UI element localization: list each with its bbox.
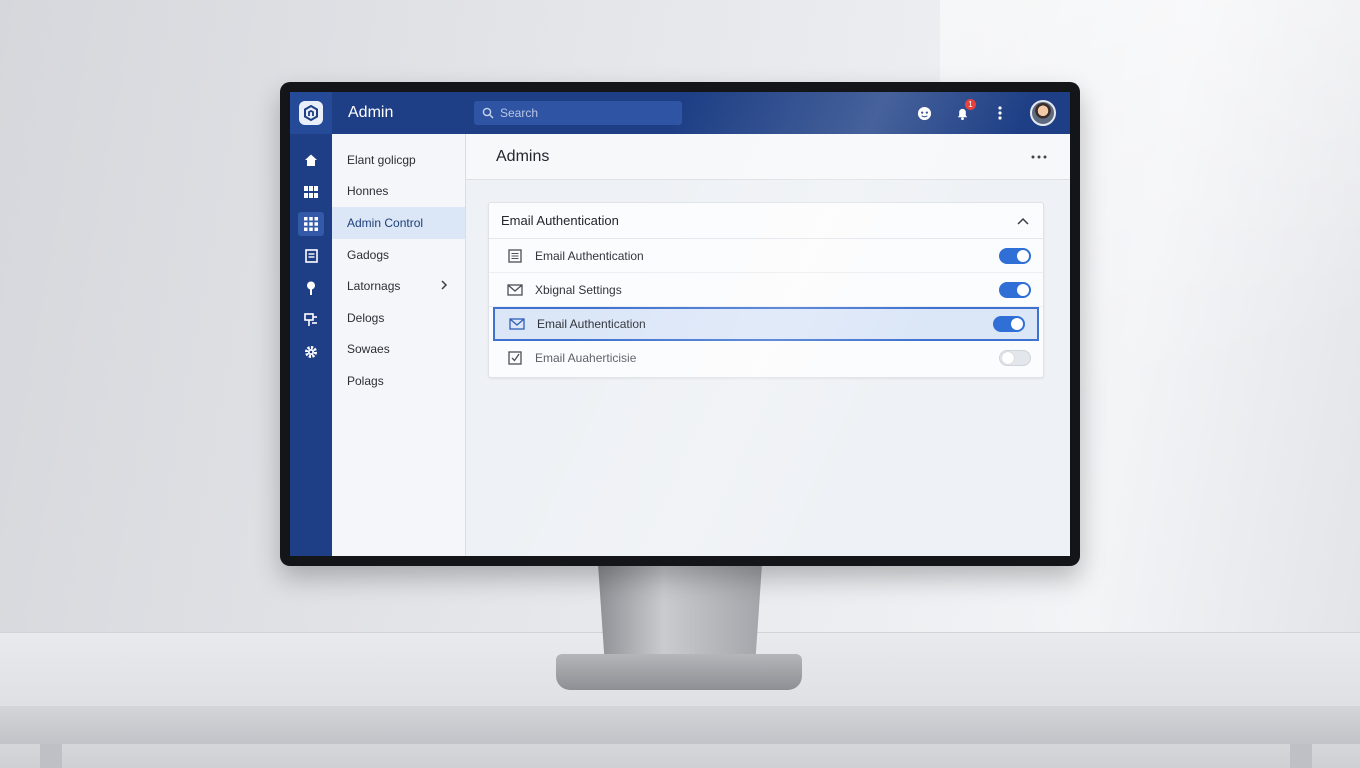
card-header[interactable]: Email Authentication bbox=[489, 203, 1043, 239]
search-placeholder: Search bbox=[500, 106, 539, 120]
page-title: Admins bbox=[496, 147, 550, 165]
sidebar-item-label: Sowaes bbox=[347, 342, 390, 357]
top-bar: Admin Search 1 bbox=[290, 92, 1070, 134]
avatar[interactable] bbox=[1030, 100, 1056, 126]
setting-label: Email Auaherticisie bbox=[535, 351, 637, 365]
sidebar-item-gadogs[interactable]: Gadogs bbox=[332, 239, 465, 271]
sidebar-item-polags[interactable]: Polags bbox=[332, 365, 465, 397]
sidebar-item-admin-control[interactable]: Admin Control bbox=[332, 207, 465, 239]
more-horizontal-icon[interactable] bbox=[1030, 154, 1048, 160]
sidebar-item-label: Delogs bbox=[347, 310, 385, 325]
sidebar-item-label: Gadogs bbox=[347, 247, 390, 262]
sidebar-item-elant-golicgp[interactable]: Elant golicgp bbox=[332, 144, 465, 176]
checkbox-icon bbox=[508, 351, 522, 365]
document-icon[interactable] bbox=[298, 244, 324, 268]
sidebar-item-label: Latornags bbox=[347, 279, 401, 294]
desk-edge bbox=[0, 706, 1360, 744]
app-logo[interactable] bbox=[290, 92, 332, 134]
document-icon bbox=[508, 248, 522, 263]
search-icon bbox=[482, 107, 494, 119]
setting-row[interactable]: Email Auaherticisie bbox=[489, 341, 1043, 375]
setting-toggle[interactable] bbox=[999, 281, 1031, 298]
setting-label: Email Authentication bbox=[537, 317, 646, 331]
notification-badge: 1 bbox=[965, 99, 976, 110]
setting-toggle[interactable] bbox=[999, 247, 1031, 264]
top-actions: 1 bbox=[916, 99, 1070, 126]
setting-row-selected[interactable]: Email Authentication bbox=[493, 307, 1039, 341]
setting-label: Email Authentication bbox=[535, 248, 644, 263]
more-vertical-icon[interactable] bbox=[992, 105, 1008, 121]
setting-row[interactable]: Xbignal Settings bbox=[489, 273, 1043, 307]
chevron-right-icon bbox=[441, 280, 448, 290]
sidebar-item-latornags[interactable]: Latornags bbox=[332, 270, 465, 302]
sidebar-item-label: Elant golicgp bbox=[347, 152, 416, 167]
monitor-base bbox=[556, 654, 802, 690]
grid-icon[interactable] bbox=[298, 180, 324, 204]
search-input[interactable]: Search bbox=[474, 101, 682, 125]
mail-icon bbox=[507, 283, 523, 296]
home-icon[interactable] bbox=[298, 148, 324, 172]
monitor: Admin Search 1 Elant golicgp Honnes Admi… bbox=[280, 82, 1080, 566]
email-auth-card: Email Authentication Email Authenticatio… bbox=[488, 202, 1044, 378]
sidebar-item-delogs[interactable]: Delogs bbox=[332, 302, 465, 334]
sidebar-nav: Elant golicgp Honnes Admin Control Gadog… bbox=[332, 134, 466, 556]
setting-label: Xbignal Settings bbox=[535, 282, 622, 297]
apps-icon[interactable] bbox=[298, 212, 324, 236]
desk-leg bbox=[40, 744, 62, 768]
desk-leg bbox=[1290, 744, 1312, 768]
screen: Admin Search 1 Elant golicgp Honnes Admi… bbox=[290, 92, 1070, 556]
mail-icon bbox=[509, 318, 525, 330]
chevron-up-icon[interactable] bbox=[1017, 217, 1029, 225]
sidebar-item-label: Polags bbox=[347, 373, 384, 388]
sidebar-item-sowaes[interactable]: Sowaes bbox=[332, 334, 465, 366]
tool-icon[interactable] bbox=[298, 308, 324, 332]
card-title: Email Authentication bbox=[501, 213, 619, 228]
sidebar-item-label: Admin Control bbox=[347, 215, 424, 230]
help-icon[interactable] bbox=[916, 105, 932, 121]
setting-toggle[interactable] bbox=[999, 350, 1031, 366]
bell-icon[interactable]: 1 bbox=[954, 99, 976, 121]
app-title: Admin bbox=[348, 104, 394, 121]
setting-toggle[interactable] bbox=[993, 316, 1025, 332]
sidebar-item-honnes[interactable]: Honnes bbox=[332, 176, 465, 208]
icon-rail bbox=[290, 134, 332, 556]
pin-icon[interactable] bbox=[298, 276, 324, 300]
monitor-stand bbox=[598, 564, 762, 660]
gear-icon[interactable] bbox=[298, 340, 324, 364]
setting-row[interactable]: Email Authentication bbox=[489, 239, 1043, 273]
logo-icon bbox=[299, 101, 323, 125]
main-header: Admins bbox=[466, 134, 1070, 180]
main-content: Admins Email Authentication Email Authen… bbox=[466, 134, 1070, 556]
sidebar-item-label: Honnes bbox=[347, 184, 389, 199]
